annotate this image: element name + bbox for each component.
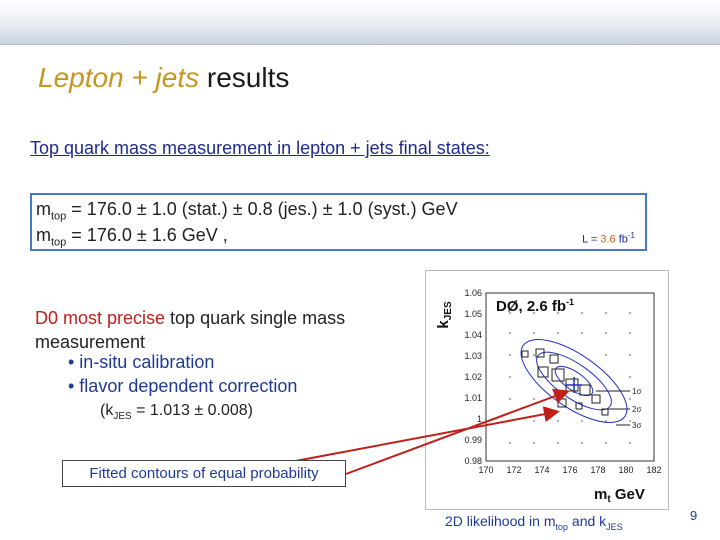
pointer-arrows xyxy=(289,388,570,475)
page-number: 9 xyxy=(690,508,698,523)
caption-mid: and k xyxy=(568,513,607,529)
fitted-contours-label: Fitted contours of equal probability xyxy=(62,460,346,487)
caption-sub-top: top xyxy=(555,521,569,532)
arrow-to-best-fit xyxy=(345,388,570,475)
plot-caption: 2D likelihood in mtop and kJES xyxy=(445,513,623,532)
arrow-to-contour xyxy=(289,406,560,463)
caption-sub-jes: JES xyxy=(606,521,623,532)
caption-pre: 2D likelihood in m xyxy=(445,513,556,529)
